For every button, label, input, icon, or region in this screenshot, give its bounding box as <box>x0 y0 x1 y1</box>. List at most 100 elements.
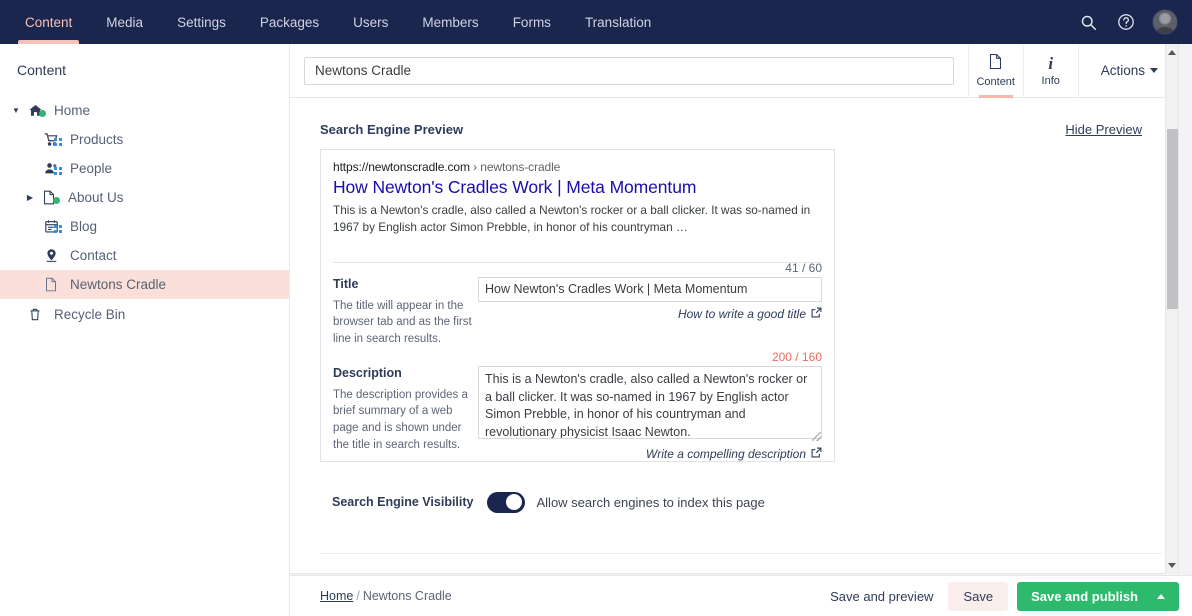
hide-preview-link[interactable]: Hide Preview <box>1065 122 1142 137</box>
sidebar-title: Content <box>17 62 67 78</box>
divider <box>333 261 822 263</box>
visibility-label: Search Engine Visibility <box>332 495 474 510</box>
chevron-right-icon[interactable]: ▶ <box>22 193 38 202</box>
sidebar-item-recycle-bin[interactable]: Recycle Bin <box>0 300 289 329</box>
sidebar-item-label: Home <box>54 103 91 118</box>
search-engine-visibility-toggle[interactable] <box>486 491 525 513</box>
map-pin-icon <box>40 248 62 263</box>
description-field-row: Description The description provides a b… <box>321 350 834 461</box>
chevron-down-icon[interactable]: ▼ <box>8 106 24 115</box>
title-field-row: Title The title will appear in the brows… <box>321 261 834 348</box>
breadcrumb-current: Newtons Cradle <box>362 589 452 603</box>
sidebar-item-people[interactable]: People <box>0 154 289 183</box>
people-icon <box>40 161 62 176</box>
preview-description: This is a Newton's cradle, also called a… <box>333 203 811 235</box>
sidebar-item-label: People <box>70 161 113 176</box>
nav-item-content[interactable]: Content <box>8 0 89 44</box>
sidebar-item-label: Contact <box>70 248 117 263</box>
nav-item-label: Members <box>422 14 479 30</box>
description-field-left: Description The description provides a b… <box>333 366 478 461</box>
status-badge-blue <box>54 138 62 146</box>
title-field-label: Title <box>333 276 359 291</box>
sidebar-item-label: Blog <box>70 219 98 234</box>
description-field-right: 200 / 160 This is a Newton's cradle, als… <box>478 350 822 461</box>
editor-footer: Home / Newtons Cradle Save and preview Sav… <box>290 575 1192 616</box>
preview-url: https://newtonscradle.com › newtons-crad… <box>333 160 822 174</box>
vertical-scrollbar[interactable] <box>1165 44 1178 574</box>
avatar[interactable] <box>1152 9 1178 35</box>
nav-item-label: Media <box>106 14 144 30</box>
sidebar-item-about-us[interactable]: ▶ About Us <box>0 183 289 212</box>
document-icon <box>988 53 1003 73</box>
editor-body: Search Engine Preview Hide Preview https… <box>290 98 1178 573</box>
document-icon <box>38 190 60 205</box>
editor-tabs: Content i Info <box>967 44 1078 98</box>
preview-path-separator: › newtons-cradle <box>473 160 561 174</box>
name-input-wrapper <box>290 44 968 97</box>
save-and-preview-button[interactable]: Save and preview <box>824 589 939 604</box>
tab-info[interactable]: i Info <box>1022 44 1078 97</box>
sidebar-item-label: Newtons Cradle <box>70 277 167 292</box>
title-hint-link[interactable]: How to write a good title <box>478 307 822 321</box>
seo-title-input[interactable] <box>478 276 822 302</box>
nav-item-members[interactable]: Members <box>405 0 495 44</box>
external-link-icon <box>811 447 822 461</box>
info-icon: i <box>1048 53 1054 73</box>
nav-item-label: Packages <box>259 14 320 30</box>
sidebar-item-products[interactable]: Products <box>0 125 289 154</box>
scroll-down-arrow-icon[interactable] <box>1168 563 1176 568</box>
search-engine-preview-box: https://newtonscradle.com › newtons-crad… <box>320 149 835 462</box>
visibility-description: Allow search engines to index this page <box>536 494 765 510</box>
preview-path: newtons-cradle <box>480 160 561 174</box>
nav-item-settings[interactable]: Settings <box>160 0 243 44</box>
nav-item-packages[interactable]: Packages <box>243 0 336 44</box>
actions-dropdown-button[interactable]: Actions <box>1077 44 1178 97</box>
cart-icon <box>40 132 62 147</box>
top-nav-items: Content Media Settings Packages Users Me… <box>0 0 668 44</box>
breadcrumb: Home / Newtons Cradle <box>320 589 452 603</box>
footer-actions: Save and preview Save Save and publish <box>824 581 1179 611</box>
preview-snippet: https://newtonscradle.com › newtons-crad… <box>321 150 834 250</box>
scrollbar-thumb[interactable] <box>1167 129 1178 309</box>
sidebar-item-newtons-cradle[interactable]: Newtons Cradle <box>0 270 289 299</box>
nav-item-users[interactable]: Users <box>336 0 405 44</box>
description-char-counter: 200 / 160 <box>771 349 822 364</box>
seo-description-textarea[interactable]: This is a Newton's cradle, also called a… <box>478 365 822 439</box>
chevron-up-icon[interactable] <box>1157 593 1165 599</box>
nav-item-media[interactable]: Media <box>89 0 160 44</box>
search-icon[interactable] <box>1076 10 1100 34</box>
actions-label: Actions <box>1100 63 1145 78</box>
sidebar-item-contact[interactable]: Contact <box>0 241 289 270</box>
resize-handle[interactable] <box>812 431 821 441</box>
nav-item-translation[interactable]: Translation <box>568 0 668 44</box>
sidebar-item-home[interactable]: ▼ Home <box>0 96 289 125</box>
description-hint-link[interactable]: Write a compelling description <box>478 447 822 461</box>
preview-title[interactable]: How Newton's Cradles Work | Meta Momentu… <box>333 177 822 198</box>
description-hint-label: Write a compelling description <box>645 446 806 461</box>
scroll-up-arrow-icon[interactable] <box>1168 50 1176 55</box>
title-hint-label: How to write a good title <box>677 306 806 321</box>
breadcrumb-separator: / <box>356 589 360 603</box>
page-title: Search Engine Preview <box>320 122 464 137</box>
seo-section-header: Search Engine Preview Hide Preview <box>320 122 1142 137</box>
publish-label: Save and publish <box>1031 588 1138 604</box>
search-engine-visibility-row: Search Engine Visibility Allow search en… <box>320 491 1148 513</box>
page-name-input[interactable] <box>304 56 954 85</box>
content-tree: ▼ Home Products People ▶ About Us Blog C… <box>0 92 289 329</box>
description-field-label: Description <box>333 365 402 380</box>
save-button[interactable]: Save <box>948 581 1009 611</box>
save-and-publish-button[interactable]: Save and publish <box>1017 581 1179 611</box>
sidebar-item-label: Products <box>70 132 124 147</box>
tab-content[interactable]: Content <box>967 44 1023 98</box>
sidebar-item-label: About Us <box>68 190 124 205</box>
breadcrumb-home-link[interactable]: Home <box>320 589 353 603</box>
sidebar: Content ▼ Home Products People ▶ About U… <box>0 44 290 616</box>
sidebar-item-blog[interactable]: Blog <box>0 212 289 241</box>
nav-item-forms[interactable]: Forms <box>496 0 568 44</box>
chevron-down-icon <box>1150 68 1158 73</box>
tab-label: Content <box>976 76 1015 88</box>
title-char-counter: 41 / 60 <box>785 260 822 275</box>
help-circle-icon[interactable] <box>1114 10 1138 34</box>
status-badge-blue <box>54 225 62 233</box>
status-badge-green <box>53 197 60 204</box>
